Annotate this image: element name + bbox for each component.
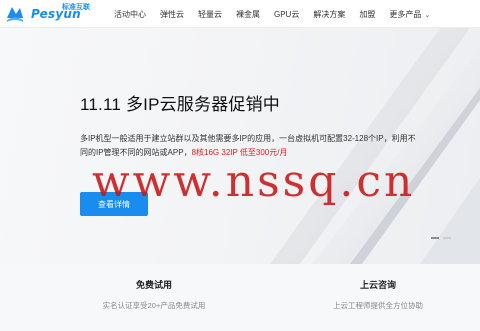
- feature-desc: 实名认证享受20+产品免费试用: [102, 301, 206, 310]
- watermark-text: www.nssq.cn: [92, 156, 416, 207]
- chevron-down-icon: ⌄: [424, 11, 431, 19]
- feature-title: 上云咨询: [359, 280, 396, 290]
- nav-item-solutions[interactable]: 解决方案: [313, 9, 345, 20]
- feature-cloud-consulting[interactable]: 上云咨询 上云工程师提供全方位协助: [288, 278, 468, 311]
- feature-free-trial[interactable]: 免费试用 实名认证享受20+产品免费试用: [64, 278, 244, 311]
- brand-logo[interactable]: 标准互联 Pesyun: [4, 2, 104, 26]
- nav-item-elastic-cloud[interactable]: 弹性云: [160, 9, 184, 20]
- features-strip: 免费试用 实名认证享受20+产品免费试用 上云咨询 上云工程师提供全方位协助: [0, 264, 480, 331]
- feature-title: 免费试用: [135, 280, 172, 290]
- feature-desc: 上云工程师提供全方位协助: [333, 301, 423, 310]
- nav-item-more-label: 更多产品: [389, 9, 422, 19]
- carousel-indicators: [431, 237, 451, 239]
- carousel-dot-2[interactable]: [443, 237, 451, 239]
- nav-item-gpu-cloud[interactable]: GPU云: [274, 9, 299, 20]
- main-nav: 活动中心 弹性云 轻量云 裸金属 GPU云 解决方案 加盟 更多产品 ⌄: [114, 0, 444, 28]
- nav-item-activity[interactable]: 活动中心: [114, 9, 146, 20]
- brand-name: Pesyun: [31, 7, 81, 21]
- nav-item-more-products[interactable]: 更多产品 ⌄: [389, 9, 430, 20]
- logo-mark-icon: [7, 7, 23, 22]
- nav-item-join[interactable]: 加盟: [359, 9, 375, 20]
- nav-item-bare-metal[interactable]: 裸金属: [236, 9, 260, 20]
- carousel-dot-1[interactable]: [431, 237, 439, 239]
- hero-banner: 11.11 多IP云服务器促销中 多IP机型一般适用于建立站群以及其他需要多IP…: [0, 28, 480, 264]
- top-header: 标准互联 Pesyun 活动中心 弹性云 轻量云 裸金属 GPU云 解决方案 加…: [0, 0, 480, 28]
- hero-title: 11.11 多IP云服务器促销中: [80, 95, 281, 114]
- nav-item-lightweight-cloud[interactable]: 轻量云: [198, 9, 222, 20]
